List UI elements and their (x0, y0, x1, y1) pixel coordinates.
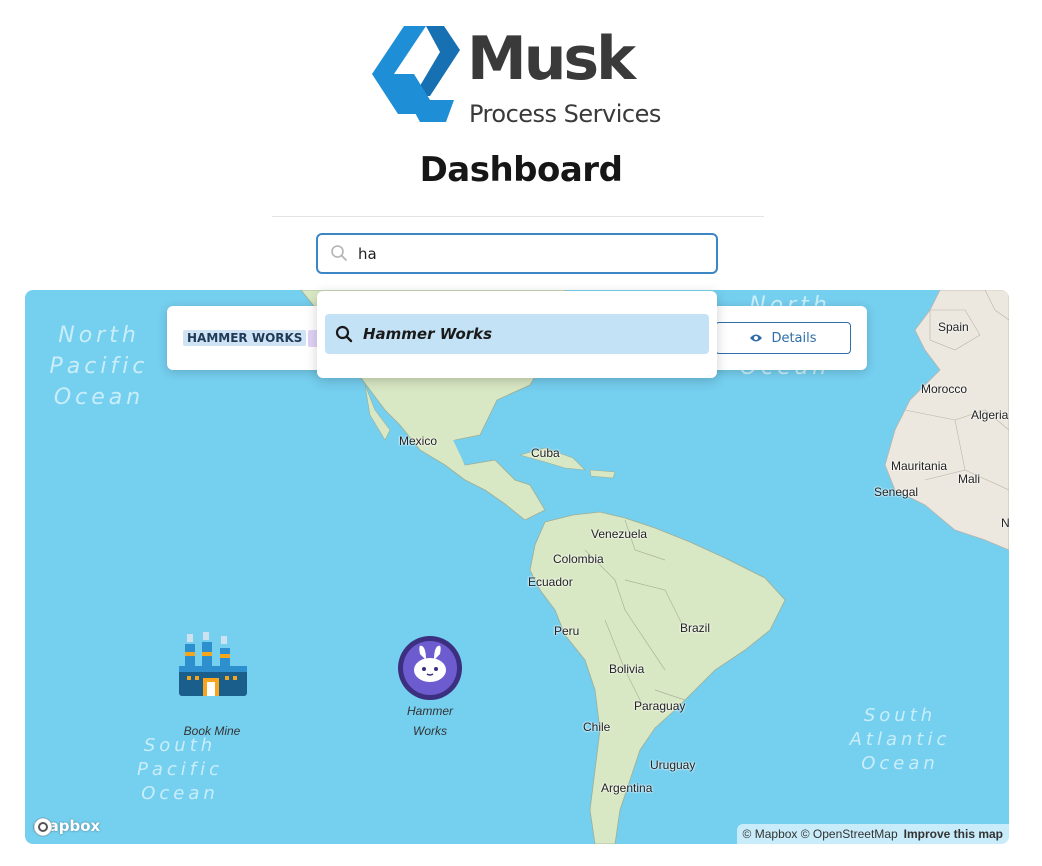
country-label: Brazil (680, 621, 711, 635)
country-label: Senegal (874, 485, 919, 499)
search-result-label: Hammer Works (363, 325, 493, 343)
country-label: Paraguay (634, 699, 686, 713)
search-results-dropdown: Hammer Works (317, 291, 717, 378)
country-label: Mauritania (891, 459, 948, 473)
search-box[interactable] (316, 233, 718, 274)
country-label: Spain (938, 320, 969, 334)
location-tag: HAMMER WORKS (183, 330, 307, 346)
country-label: Peru (554, 624, 580, 638)
country-label: Colombia (553, 552, 604, 566)
eye-icon (750, 334, 763, 342)
attribution-text[interactable]: © Mapbox © OpenStreetMap (743, 827, 898, 841)
country-label: Mali (958, 472, 981, 486)
country-label: Morocco (921, 382, 968, 396)
details-label: Details (771, 330, 817, 346)
logo-mark-icon (372, 26, 460, 122)
brand-logo: Musk Process Services (370, 20, 670, 130)
page-title: Dashboard (419, 150, 623, 190)
search-icon (335, 325, 353, 343)
country-label: Uruguay (650, 758, 696, 772)
brand-tagline: Process Services (469, 100, 661, 128)
search-result-item[interactable]: Hammer Works (325, 314, 709, 354)
search-input[interactable] (358, 241, 708, 267)
marker-label: Book Mine (183, 724, 241, 738)
ocean-label: South Atlantic Ocean (849, 705, 951, 774)
country-label: Algeria (971, 408, 1009, 422)
marker-label: Hammer Works (406, 704, 453, 738)
country-label: Chile (583, 720, 611, 734)
search-icon (331, 245, 347, 261)
bunny-icon[interactable] (396, 634, 464, 702)
country-label: Bolivia (609, 662, 645, 676)
factory-icon[interactable] (175, 630, 249, 704)
country-label: Cuba (531, 446, 560, 460)
country-label: Venezuela (591, 527, 648, 541)
details-button[interactable]: Details (715, 322, 851, 354)
mapbox-logo[interactable]: mapbox (33, 817, 100, 837)
page: Musk Process Services Dashboard ha North… (0, 0, 1042, 866)
country-label: Ecuador (528, 575, 573, 589)
brand-name: Musk (467, 24, 636, 94)
country-label: Mexico (399, 434, 438, 448)
ocean-label: North Pacific Ocean (49, 323, 149, 410)
country-label: N (1001, 516, 1009, 530)
ocean-label: South Pacific Ocean (136, 735, 224, 804)
divider (272, 216, 764, 217)
map-attribution: © Mapbox © OpenStreetMap Improve this ma… (736, 824, 1009, 844)
mapbox-icon (33, 817, 53, 837)
country-label: Argentina (601, 781, 653, 795)
improve-map-link[interactable]: Improve this map (904, 827, 1003, 841)
